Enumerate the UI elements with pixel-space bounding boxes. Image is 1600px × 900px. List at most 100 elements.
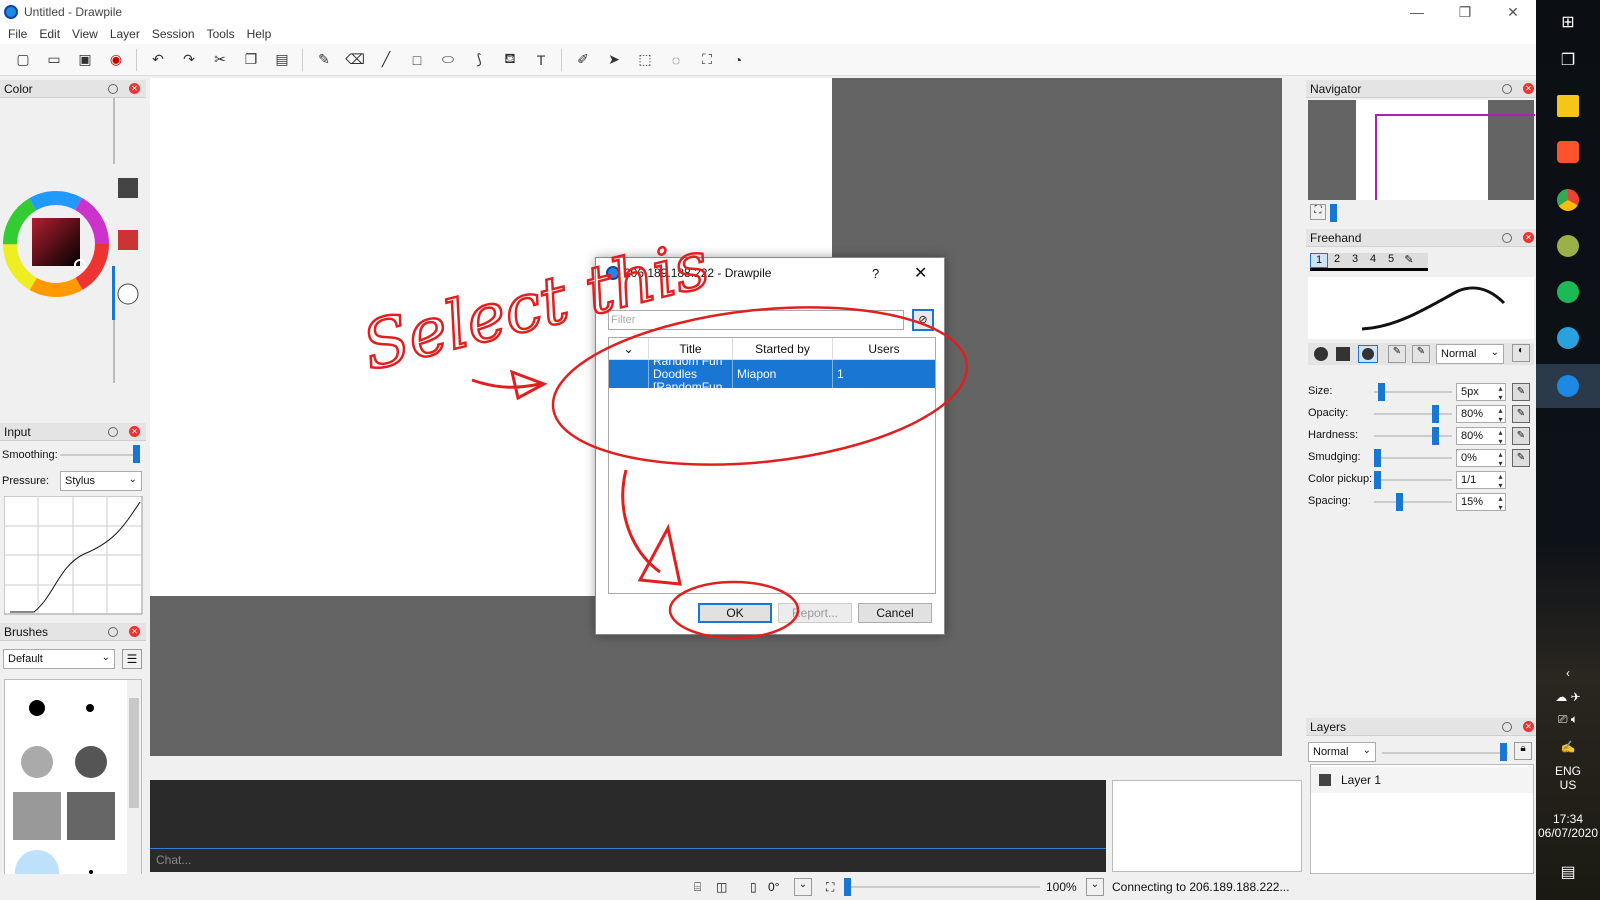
- setting-slider-handle[interactable]: [1396, 493, 1403, 511]
- dialog-close-icon[interactable]: ✕: [914, 263, 927, 283]
- pen-icon[interactable]: ✍: [1536, 740, 1600, 754]
- eraser-mode-icon[interactable]: ✎: [1412, 345, 1430, 363]
- close-icon[interactable]: ✕: [1523, 232, 1534, 243]
- layer-visibility-icon[interactable]: [1319, 774, 1331, 786]
- setting-spinbox[interactable]: 5px: [1456, 383, 1506, 402]
- zoom-slider-handle[interactable]: [844, 878, 851, 896]
- tray-icons[interactable]: ☁ ✈: [1536, 690, 1600, 704]
- brush-preset-select[interactable]: Default ⌄: [3, 649, 115, 669]
- rectangle-icon[interactable]: □: [404, 47, 430, 73]
- lock-icon[interactable]: 🔒︎: [1514, 742, 1532, 760]
- close-icon[interactable]: ✕: [129, 626, 140, 637]
- cancel-button[interactable]: Cancel: [858, 603, 932, 623]
- brush-preset[interactable]: [21, 746, 53, 778]
- spotify-icon[interactable]: [1536, 270, 1600, 314]
- pressure-select[interactable]: Stylus ⌄: [60, 471, 142, 491]
- canvas-horizontal-scrollbar[interactable]: [150, 756, 1282, 772]
- setting-slider[interactable]: [1374, 479, 1452, 481]
- eraser-slot-icon[interactable]: ✎: [1400, 253, 1418, 268]
- pressure-toggle-icon[interactable]: ✎: [1512, 427, 1530, 445]
- pressure-toggle-icon[interactable]: ✎: [1512, 405, 1530, 423]
- bezier-icon[interactable]: ⟆: [466, 47, 492, 73]
- dialog-help-button[interactable]: ?: [872, 266, 879, 281]
- brush-slot-2[interactable]: 2: [1328, 253, 1346, 268]
- setting-spinbox[interactable]: 80%: [1456, 427, 1506, 446]
- lock-column-header[interactable]: ⌄: [609, 338, 649, 360]
- brush-slot-4[interactable]: 4: [1364, 253, 1382, 268]
- minimize-button[interactable]: —: [1394, 0, 1440, 24]
- close-icon[interactable]: ✕: [1523, 83, 1534, 94]
- float-icon[interactable]: [108, 84, 118, 94]
- started-by-column-header[interactable]: Started by: [733, 338, 833, 360]
- smudge-icon[interactable]: ✎: [1388, 345, 1406, 363]
- brush-icon[interactable]: ✎: [311, 47, 337, 73]
- menu-view[interactable]: View: [72, 27, 98, 41]
- setting-spinbox[interactable]: 15%: [1456, 493, 1506, 512]
- close-icon[interactable]: ✕: [129, 426, 140, 437]
- float-icon[interactable]: [1502, 233, 1512, 243]
- setting-slider-handle[interactable]: [1432, 405, 1439, 423]
- undo-icon[interactable]: ↶: [145, 47, 171, 73]
- setting-spinbox[interactable]: 0%: [1456, 449, 1506, 468]
- flip-icon[interactable]: ◫: [716, 880, 727, 894]
- setting-slider[interactable]: [1374, 413, 1452, 415]
- task-view-icon[interactable]: ❐: [1536, 38, 1600, 82]
- laser-icon[interactable]: ➤: [601, 47, 627, 73]
- zoom-dropdown[interactable]: ⌄: [1086, 878, 1104, 896]
- fill-icon[interactable]: ⛾: [497, 47, 523, 73]
- users-column-header[interactable]: Users: [833, 338, 935, 360]
- open-icon[interactable]: ▭: [41, 47, 67, 73]
- brave-icon[interactable]: [1536, 130, 1600, 174]
- brush-slot-5[interactable]: 5: [1382, 253, 1400, 268]
- color-wheel[interactable]: [0, 98, 146, 416]
- new-icon[interactable]: ▢: [10, 47, 36, 73]
- setting-slider[interactable]: [1374, 457, 1452, 459]
- eraser-icon[interactable]: ⌫: [342, 47, 368, 73]
- navigator-preview[interactable]: [1308, 100, 1535, 200]
- title-column-header[interactable]: Title: [649, 338, 733, 360]
- color-picker-icon[interactable]: ✐: [570, 47, 596, 73]
- float-icon[interactable]: [108, 627, 118, 637]
- zoom-fit-icon[interactable]: ⛶: [1310, 204, 1326, 220]
- menu-session[interactable]: Session: [152, 27, 195, 41]
- brush-list-scrollbar[interactable]: [127, 680, 141, 896]
- square-pixel-icon[interactable]: [1336, 347, 1350, 361]
- clock[interactable]: 17:34 06/07/2020: [1536, 812, 1600, 840]
- smoothing-slider-handle[interactable]: [133, 445, 140, 463]
- app-globe-icon[interactable]: [1536, 224, 1600, 268]
- float-icon[interactable]: [108, 427, 118, 437]
- rotate-icon[interactable]: ▯: [750, 880, 757, 894]
- brush-menu-icon[interactable]: ☰: [122, 649, 142, 669]
- soft-round-icon[interactable]: [1358, 345, 1378, 363]
- save-icon[interactable]: ▣: [72, 47, 98, 73]
- menu-layer[interactable]: Layer: [110, 27, 140, 41]
- round-pixel-icon[interactable]: [1314, 347, 1328, 361]
- zoom-slider[interactable]: [846, 886, 1040, 888]
- close-window-button[interactable]: ✕: [1490, 0, 1536, 24]
- setting-slider-handle[interactable]: [1378, 383, 1385, 401]
- paste-icon[interactable]: ▤: [269, 47, 295, 73]
- record-icon[interactable]: ◉: [103, 47, 129, 73]
- input-language[interactable]: ENG US: [1536, 764, 1600, 792]
- network-volume-icons[interactable]: ⎚ 🔈︎: [1536, 712, 1600, 727]
- close-icon[interactable]: ✕: [1523, 721, 1534, 732]
- pressure-curve-editor[interactable]: [4, 496, 144, 616]
- navigator-zoom-slider-handle[interactable]: [1330, 204, 1337, 222]
- setting-slider-handle[interactable]: [1374, 471, 1381, 489]
- close-icon[interactable]: ✕: [129, 83, 140, 94]
- brush-slot-3[interactable]: 3: [1346, 253, 1364, 268]
- zoom-fit-icon[interactable]: ⛶: [826, 880, 834, 895]
- brush-preset[interactable]: [75, 746, 107, 778]
- telegram-icon[interactable]: [1536, 316, 1600, 360]
- chat-input[interactable]: Chat...: [150, 848, 1106, 872]
- show-nsfm-toggle-icon[interactable]: ⊘: [912, 309, 934, 331]
- drawpile-icon[interactable]: [1536, 364, 1600, 408]
- lock-canvas-icon[interactable]: ⌸: [694, 880, 701, 895]
- brush-slot-1[interactable]: 1: [1310, 253, 1328, 268]
- layer-opacity-slider[interactable]: [1382, 752, 1508, 754]
- setting-slider[interactable]: [1374, 391, 1452, 393]
- copy-icon[interactable]: ❐: [238, 47, 264, 73]
- file-explorer-icon[interactable]: [1536, 84, 1600, 128]
- float-icon[interactable]: [1502, 722, 1512, 732]
- zoom-select-icon[interactable]: ⛶: [694, 47, 720, 73]
